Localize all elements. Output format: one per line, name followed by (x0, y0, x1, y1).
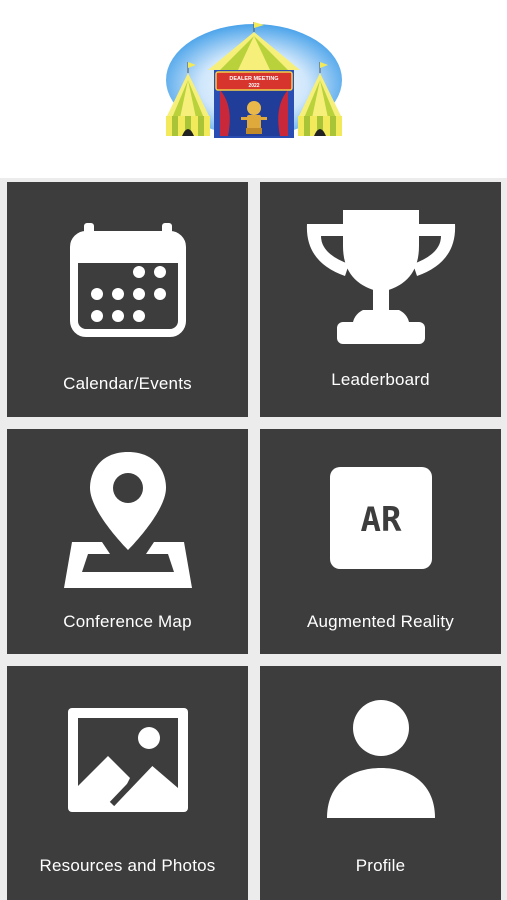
tile-leaderboard[interactable]: Leaderboard (260, 182, 501, 417)
tile-resources-photos[interactable]: Resources and Photos (7, 666, 248, 900)
menu-grid: Calendar/Events Leaderboard Conference M… (0, 178, 507, 900)
tile-label: Profile (355, 856, 406, 875)
calendar-icon (69, 223, 186, 337)
tile-label: Resources and Photos (39, 856, 216, 875)
ar-icon: AR (329, 467, 432, 569)
app-screen: DEALER MEETING 2022 Calendar/Events Lead… (0, 0, 507, 900)
tile-profile[interactable]: Profile (260, 666, 501, 900)
profile-icon (326, 700, 435, 818)
map-pin-icon (63, 452, 192, 588)
tile-augmented-reality[interactable]: AR Augmented Reality (260, 429, 501, 654)
logo-banner-line2: 2022 (248, 83, 259, 89)
app-header: DEALER MEETING 2022 (0, 0, 507, 178)
trophy-icon (306, 210, 455, 344)
logo-banner-line1: DEALER MEETING (229, 76, 278, 82)
ar-icon-text: AR (360, 500, 401, 540)
tile-label: Calendar/Events (63, 374, 192, 393)
image-icon (67, 708, 188, 812)
tile-conference-map[interactable]: Conference Map (7, 429, 248, 654)
tile-label: Leaderboard (331, 370, 430, 389)
circus-tent-logo: DEALER MEETING 2022 (166, 22, 342, 138)
tile-calendar-events[interactable]: Calendar/Events (7, 182, 248, 417)
tile-label: Conference Map (63, 612, 192, 631)
tile-label: Augmented Reality (306, 612, 455, 631)
